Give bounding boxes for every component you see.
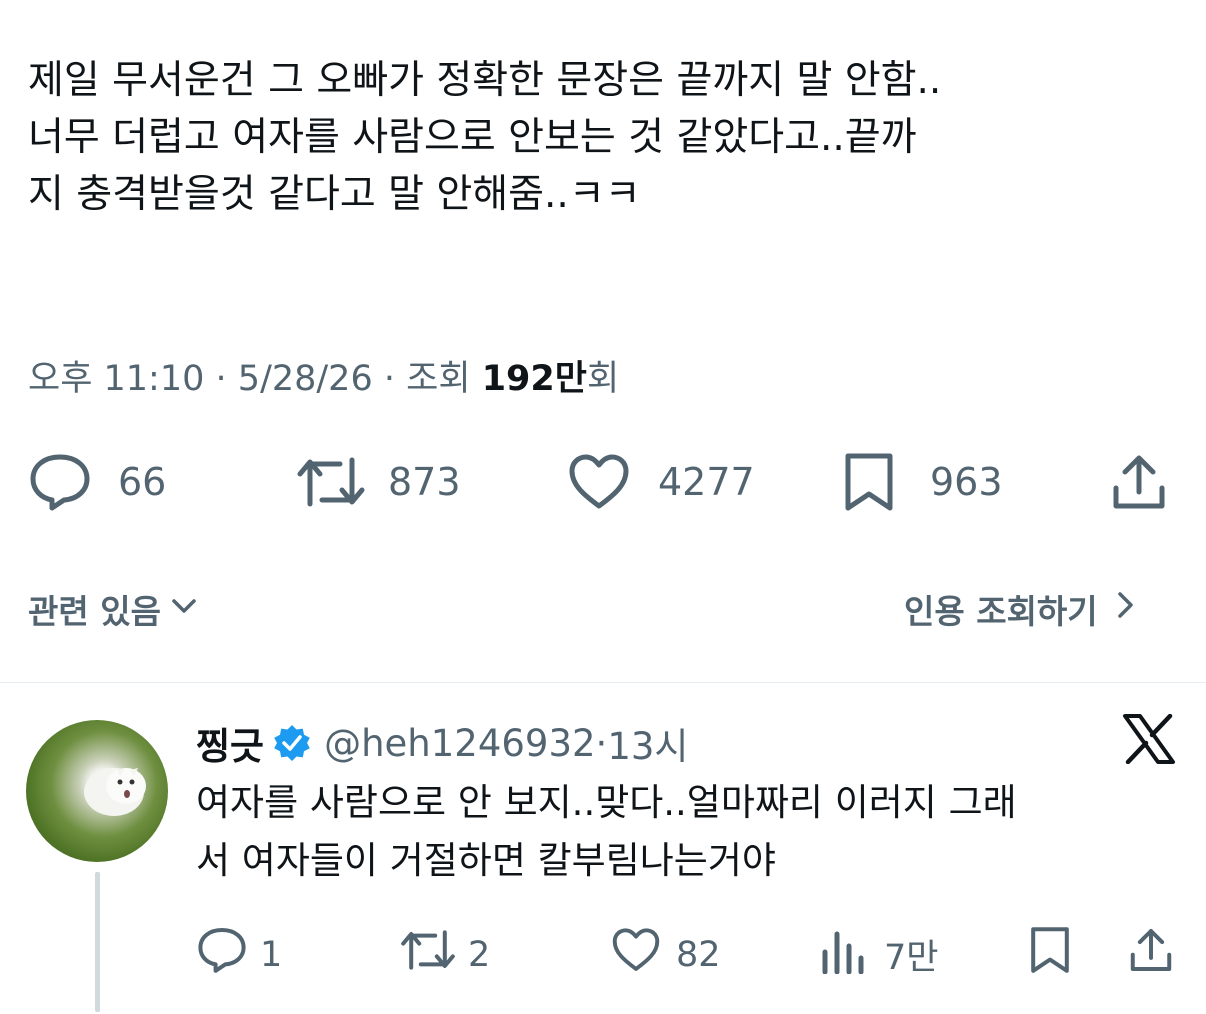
reply-reply-count: 1 (260, 934, 283, 975)
x-logo-icon (1122, 713, 1176, 768)
retweet-button[interactable]: 873 (296, 452, 461, 512)
retweet-count: 873 (388, 460, 461, 504)
reply-icon (196, 926, 248, 983)
meta-separator: · (383, 359, 407, 399)
tweet-meta: 오후 11:10 · 5/28/26 · 조회 192만회 (28, 350, 619, 401)
reply-retweet-count: 2 (468, 934, 491, 975)
reply-count: 66 (118, 460, 167, 504)
views-label: 조회 (406, 359, 471, 399)
reply-button[interactable]: 66 (28, 452, 166, 512)
tweet-date[interactable]: 5/28/26 (238, 359, 373, 399)
reply-share-button[interactable] (1128, 926, 1174, 978)
avatar[interactable] (26, 720, 168, 862)
reply-icon (28, 452, 92, 512)
verified-badge-icon (272, 723, 312, 763)
chevron-down-icon (169, 590, 199, 629)
reply-header: 찡긋 @heh1246932 · 13시 (196, 716, 688, 770)
views-suffix: 회 (586, 359, 620, 399)
views-icon (820, 926, 866, 983)
reply-handle[interactable]: @heh1246932 (324, 722, 595, 765)
bookmark-count: 963 (930, 460, 1003, 504)
divider (0, 682, 1206, 683)
bookmark-icon (1028, 927, 1072, 978)
cat-avatar-image (84, 768, 146, 816)
retweet-icon (296, 452, 366, 512)
thread-line (95, 872, 100, 1012)
reply-text: 여자를 사람으로 안 보지..맞다..얼마짜리 이러지 그래 서 여자들이 거절… (196, 781, 1017, 882)
views-count: 192만 (481, 359, 587, 399)
reply-retweet-button[interactable]: 2 (400, 926, 490, 983)
quote-views-label: 인용 조회하기 (904, 592, 1098, 631)
share-icon (1128, 928, 1174, 978)
like-button[interactable]: 4277 (566, 452, 755, 512)
reply-reply-button[interactable]: 1 (196, 926, 282, 983)
share-button[interactable] (1110, 452, 1168, 516)
quote-views-link[interactable]: 인용 조회하기 (904, 585, 1138, 633)
reply-time[interactable]: 13시 (607, 716, 688, 770)
share-icon (1110, 455, 1168, 516)
related-dropdown[interactable]: 관련 있음 (28, 585, 199, 633)
bookmark-icon (842, 452, 896, 512)
reply-like-button[interactable]: 82 (610, 926, 721, 983)
reply-views-button[interactable]: 7만 (820, 926, 938, 983)
related-label: 관련 있음 (28, 592, 161, 631)
tweet-time[interactable]: 오후 11:10 (28, 359, 204, 399)
reply-bookmark-button[interactable] (1028, 926, 1072, 978)
chevron-right-icon (1112, 588, 1138, 630)
like-icon (566, 452, 632, 512)
meta-separator: · (215, 359, 238, 399)
like-icon (610, 926, 662, 983)
reply-views-count: 7만 (884, 938, 939, 978)
like-count: 4277 (658, 460, 755, 504)
tweet-text: 제일 무서운건 그 오빠가 정확한 문장은 끝까지 말 안함.. 너무 더럽고 … (28, 58, 942, 217)
retweet-icon (400, 926, 456, 983)
meta-separator: · (595, 721, 608, 765)
reply-like-count: 82 (676, 934, 721, 975)
bookmark-button[interactable]: 963 (842, 452, 1003, 512)
reply-author-name[interactable]: 찡긋 (196, 716, 264, 770)
